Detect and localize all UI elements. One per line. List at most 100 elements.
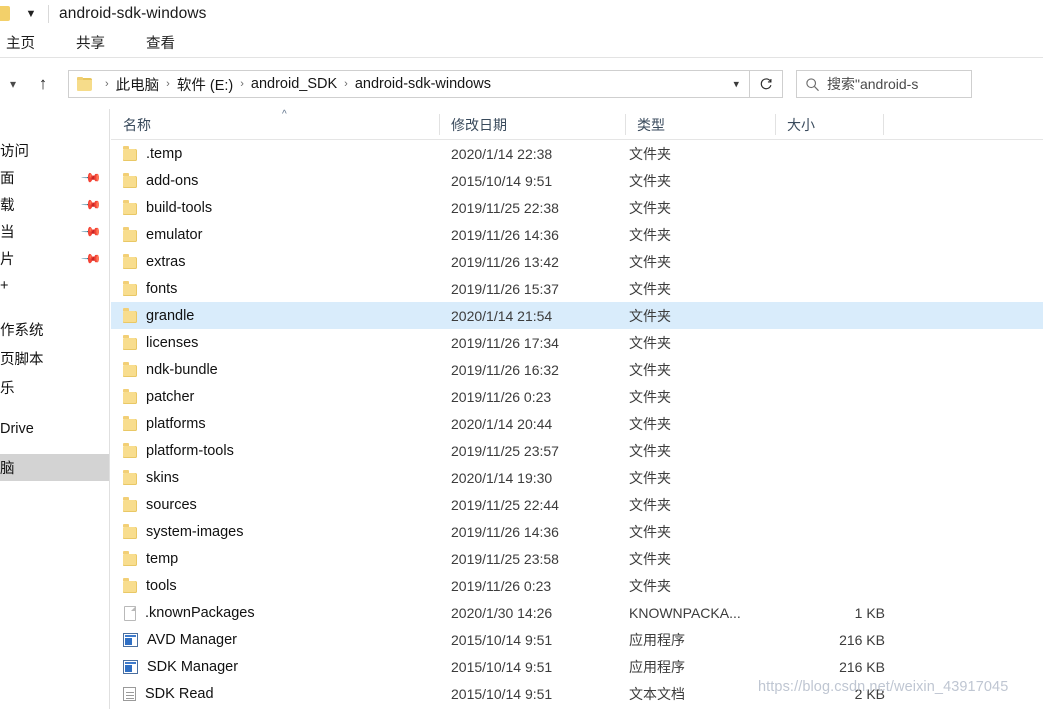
nav-item-plus[interactable]: + (0, 272, 109, 299)
table-row[interactable]: extras 2019/11/26 13:42 文件夹 (111, 248, 1043, 275)
folder-icon (0, 6, 10, 21)
nav-item-partial[interactable] (0, 491, 109, 518)
breadcrumb-separator: › (240, 78, 244, 90)
breadcrumb-item-drive-e[interactable]: 软件 (E:) (177, 74, 233, 95)
chevron-down-icon[interactable]: ▾ (2, 66, 24, 102)
file-name-cell[interactable]: tools (123, 572, 177, 599)
file-date-cell: 2015/10/14 9:51 (451, 172, 553, 189)
folder-icon (123, 496, 137, 512)
sort-ascending-icon: ^ (282, 109, 287, 120)
refresh-button[interactable] (750, 70, 783, 98)
nav-item-downloads[interactable]: 载 📌 (0, 191, 109, 218)
file-name-cell[interactable]: SDK Manager (123, 653, 238, 680)
nav-item-onedrive[interactable]: Drive (0, 415, 109, 442)
file-rows: .temp 2020/1/14 22:38 文件夹 add-ons 2015/10/14… (111, 140, 1043, 707)
file-name-cell[interactable]: licenses (123, 329, 198, 356)
file-type-cell: 文件夹 (629, 523, 671, 540)
nav-item-webscript[interactable]: 页脚本 (0, 345, 109, 372)
file-size-cell (771, 491, 885, 518)
breadcrumb-item-android-sdk-windows[interactable]: android-sdk-windows (355, 76, 491, 92)
column-divider[interactable] (883, 114, 884, 135)
table-row[interactable]: .temp 2020/1/14 22:38 文件夹 (111, 140, 1043, 167)
nav-item-documents[interactable]: 当 📌 (0, 218, 109, 245)
tab-home[interactable]: 主页 (6, 28, 35, 57)
table-row[interactable]: SDK Manager 2015/10/14 9:51 应用程序 216 KB (111, 653, 1043, 680)
file-name-cell[interactable]: sources (123, 491, 197, 518)
file-name-label: grandle (146, 307, 195, 324)
file-name-cell[interactable]: .temp (123, 140, 182, 167)
file-type-cell: 文件夹 (629, 469, 671, 486)
file-name-label: AVD Manager (147, 631, 237, 648)
file-type-cell: 文件夹 (629, 550, 671, 567)
table-row[interactable]: .knownPackages 2020/1/30 14:26 KNOWNPACKA.… (111, 599, 1043, 626)
table-row[interactable]: fonts 2019/11/26 15:37 文件夹 (111, 275, 1043, 302)
folder-icon (123, 442, 137, 458)
table-row[interactable]: build-tools 2019/11/25 22:38 文件夹 (111, 194, 1043, 221)
arrow-up-icon[interactable]: ↑ (32, 66, 54, 102)
file-size-cell (771, 437, 885, 464)
table-row[interactable]: add-ons 2015/10/14 9:51 文件夹 (111, 167, 1043, 194)
chevron-down-icon[interactable]: ▾ (733, 78, 739, 91)
folder-icon (123, 253, 137, 269)
file-size-cell (771, 275, 885, 302)
table-row[interactable]: platforms 2020/1/14 20:44 文件夹 (111, 410, 1043, 437)
column-header-date[interactable]: 修改日期 (439, 109, 507, 140)
chevron-down-icon[interactable]: ▼ (18, 3, 44, 25)
file-name-cell[interactable]: platform-tools (123, 437, 234, 464)
nav-item-music[interactable]: 乐 (0, 374, 109, 401)
table-row[interactable]: platform-tools 2019/11/25 23:57 文件夹 (111, 437, 1043, 464)
file-name-cell[interactable]: extras (123, 248, 186, 275)
file-size-cell (771, 167, 885, 194)
file-name-cell[interactable]: system-images (123, 518, 244, 545)
table-row[interactable]: grandle 2020/1/14 21:54 文件夹 (111, 302, 1043, 329)
file-date-cell: 2019/11/25 23:58 (451, 550, 559, 567)
file-name-cell[interactable]: patcher (123, 383, 194, 410)
file-name-cell[interactable]: SDK Read (123, 680, 214, 707)
table-row[interactable]: AVD Manager 2015/10/14 9:51 应用程序 216 KB (111, 626, 1043, 653)
table-row[interactable]: system-images 2019/11/26 14:36 文件夹 (111, 518, 1043, 545)
file-name-cell[interactable]: ndk-bundle (123, 356, 218, 383)
file-size-cell: 2 KB (854, 685, 885, 702)
file-name-cell[interactable]: skins (123, 464, 179, 491)
file-date-cell: 2020/1/14 20:44 (451, 415, 553, 432)
nav-item-quick-access[interactable]: 访问 (0, 137, 109, 164)
breadcrumb-item-android-sdk[interactable]: android_SDK (251, 76, 337, 92)
table-row[interactable]: tools 2019/11/26 0:23 文件夹 (111, 572, 1043, 599)
table-row[interactable]: patcher 2019/11/26 0:23 文件夹 (111, 383, 1043, 410)
address-bar[interactable]: › 此电脑 › 软件 (E:) › android_SDK › android-… (68, 70, 750, 98)
nav-item-desktop[interactable]: 面 📌 (0, 164, 109, 191)
nav-item-pictures[interactable]: 片 📌 (0, 245, 109, 272)
file-name-cell[interactable]: grandle (123, 302, 194, 329)
table-row[interactable]: licenses 2019/11/26 17:34 文件夹 (111, 329, 1043, 356)
file-name-cell[interactable]: add-ons (123, 167, 198, 194)
table-row[interactable]: skins 2020/1/14 19:30 文件夹 (111, 464, 1043, 491)
file-name-label: licenses (146, 334, 199, 351)
nav-item-this-pc[interactable]: 脑 (0, 454, 109, 481)
file-date-cell: 2019/11/25 22:44 (451, 496, 559, 513)
search-box[interactable]: 搜索"android-s (796, 70, 972, 98)
file-name-cell[interactable]: AVD Manager (123, 626, 237, 653)
table-row[interactable]: SDK Read 2015/10/14 9:51 文本文档 2 KB (111, 680, 1043, 707)
search-input[interactable]: 搜索"android-s (827, 74, 918, 94)
tab-share[interactable]: 共享 (76, 28, 105, 57)
table-row[interactable]: ndk-bundle 2019/11/26 16:32 文件夹 (111, 356, 1043, 383)
column-header-size[interactable]: 大小 (775, 109, 815, 140)
table-row[interactable]: emulator 2019/11/26 14:36 文件夹 (111, 221, 1043, 248)
file-name-cell[interactable]: temp (123, 545, 178, 572)
nav-item-os[interactable]: 作系统 (0, 316, 109, 343)
table-row[interactable]: sources 2019/11/25 22:44 文件夹 (111, 491, 1043, 518)
file-name-cell[interactable]: emulator (123, 221, 202, 248)
tab-view[interactable]: 查看 (146, 28, 175, 57)
file-name-cell[interactable]: fonts (123, 275, 177, 302)
title-bar: ▼ android-sdk-windows (0, 0, 1043, 27)
table-row[interactable]: temp 2019/11/25 23:58 文件夹 (111, 545, 1043, 572)
file-name-cell[interactable]: build-tools (123, 194, 212, 221)
folder-icon (123, 550, 137, 566)
file-name-cell[interactable]: platforms (123, 410, 206, 437)
breadcrumb-item-this-pc[interactable]: 此电脑 (116, 74, 160, 95)
file-name-label: sources (146, 496, 197, 513)
column-header-type[interactable]: 类型 (625, 109, 665, 140)
file-name-cell[interactable]: .knownPackages (123, 599, 255, 626)
file-type-cell: 文件夹 (629, 145, 671, 162)
column-header-name[interactable]: 名称 (111, 109, 151, 140)
